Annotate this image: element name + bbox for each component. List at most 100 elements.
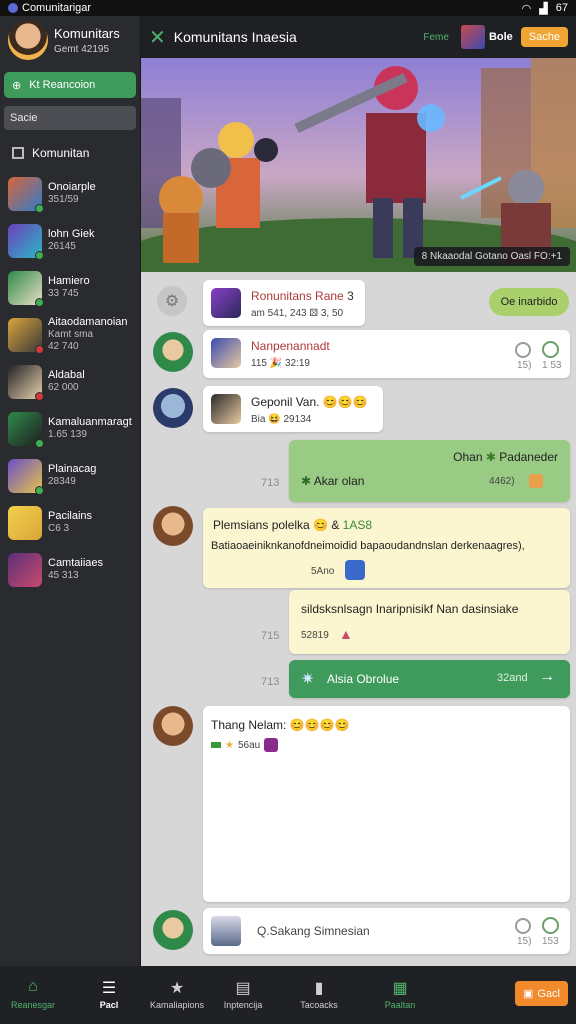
message-emojis: 😊😊😊😊 <box>289 718 350 732</box>
message-meta: 56au <box>237 739 261 751</box>
community-title: Aitaodamanoian <box>48 316 128 328</box>
message-card[interactable]: ✷ Alsia Obrolue 32and → <box>289 660 570 698</box>
reaction-button[interactable]: Oe inarbido <box>489 288 569 316</box>
message-card[interactable]: Plemsians polelka 😊 & 1AS8 Batiaoaeinikn… <box>203 508 570 588</box>
message-title: Geponil Van. <box>251 395 320 409</box>
profile-name: Komunitars <box>54 25 120 41</box>
info-icon[interactable] <box>515 918 531 934</box>
nav-favorites[interactable]: ★ Kamaliapions <box>144 978 210 1024</box>
status-app-name: Comunitarigar <box>22 2 92 14</box>
message-card[interactable]: Ronunitans Rane 3 am 541, 243 ⚄ 3, 50 <box>203 280 365 326</box>
message-card[interactable]: Geponil Van. 😊😊😊 Bia 😆 29134 <box>203 386 383 432</box>
menu-icon: ☰ <box>101 980 117 997</box>
settings-icon[interactable]: ⚙ <box>157 286 187 316</box>
message-body: Alsia Obrolue <box>327 672 400 686</box>
home-icon: ⌂ <box>28 978 38 995</box>
status-dot-icon <box>35 438 44 448</box>
banner-image: 8 Nkaaodal Gotano Oasl FO:+1 <box>141 58 576 272</box>
arrow-right-icon[interactable]: → <box>539 668 555 686</box>
status-dot-icon <box>35 391 44 401</box>
avatar <box>8 20 48 60</box>
search-input[interactable]: Sacie <box>4 106 136 130</box>
status-dot-icon <box>35 344 44 354</box>
user-name: Bole <box>488 31 513 43</box>
community-avatar <box>8 458 44 495</box>
sidebar-community-item[interactable]: Kamaluanmaragt 1.65 139 <box>0 405 140 452</box>
message-card[interactable]: sildsksnlsagn Inaripnisikf Nan dasinsiak… <box>289 590 570 654</box>
close-icon[interactable]: ✕ <box>149 25 166 50</box>
feme-link[interactable]: Feme <box>423 32 449 43</box>
community-avatar <box>8 411 44 448</box>
nav-label: Inptencija <box>223 1000 263 1010</box>
nav-home[interactable]: ⌂ Reanesgar <box>0 978 66 1024</box>
community-meta: Kamt sma <box>48 329 94 340</box>
status-value: 67 <box>555 2 568 14</box>
community-meta: 26145 <box>48 241 76 252</box>
status-dot-icon <box>35 250 44 260</box>
burst-icon: ✷ <box>301 671 315 688</box>
nav-label: Paaltan <box>384 1000 416 1010</box>
community-meta-2: 42 740 <box>48 341 79 352</box>
info-icon[interactable] <box>515 342 531 358</box>
community-meta: 28349 <box>48 476 76 487</box>
new-community-label: Kt Reancoion <box>29 79 96 91</box>
star-icon: ★ <box>225 739 234 751</box>
message-card[interactable]: Nanpenannadt 115 🎉 32:19 15) 1 53 <box>203 330 570 378</box>
search-button[interactable]: Sache <box>520 27 568 47</box>
community-avatar <box>8 317 44 354</box>
message-thumb <box>211 338 241 368</box>
message-card[interactable]: Ohan ✱ Padaneder ✱ Akar olan 4462) <box>289 440 570 502</box>
user-avatar-icon[interactable] <box>460 25 485 49</box>
sidebar-community-item[interactable]: Aldabal 62 000 <box>0 358 140 405</box>
nav-feed[interactable]: ☰ Pacl <box>74 978 144 1024</box>
sticker-icon <box>345 560 365 580</box>
message-title: Ronunitans Rane <box>251 289 344 303</box>
community-title: Hamiero <box>48 275 90 287</box>
message-emojis: 😊😊😊 <box>322 395 368 409</box>
check-icon[interactable] <box>542 341 559 358</box>
nav-apps[interactable]: ▦ Paaltan <box>362 978 438 1024</box>
action-button[interactable]: ▣ Gacl <box>514 981 568 1006</box>
nav-label: Reanesgar <box>10 1000 56 1010</box>
community-avatar <box>8 552 42 587</box>
message-thumb <box>211 394 241 424</box>
new-community-button[interactable]: ⊕ Kt Reancoion <box>4 72 136 98</box>
sidebar-community-item[interactable]: Pacilains C6 3 <box>0 499 140 546</box>
nav-bookmarks[interactable]: ▮ Tacoacks <box>276 978 362 1024</box>
message-body: Q.Sakang Simnesian <box>257 924 370 938</box>
timestamp: 715 <box>261 630 280 642</box>
community-title: Plainacag <box>48 463 97 475</box>
community-title: Pacilains <box>48 510 93 522</box>
check-icon[interactable] <box>542 917 559 934</box>
flag-icon <box>211 742 221 748</box>
profile-header[interactable]: Komunitars Gemt 42195 <box>0 16 140 64</box>
star-icon: ✱ <box>301 474 312 488</box>
bottom-nav: ⌂ Reanesgar ☰ Pacl ★ Kamaliapions ▤ Inpt… <box>0 966 576 1024</box>
sticker-icon <box>264 738 279 752</box>
sidebar-community-item[interactable]: Camtaiiaes 45 313 <box>0 546 140 593</box>
sidebar-community-item[interactable]: Onoiarple 351/59 <box>0 170 140 217</box>
community-meta: C6 3 <box>48 523 70 534</box>
app-logo-icon <box>8 3 18 13</box>
sidebar-community-item[interactable]: Plainacag 28349 <box>0 452 140 499</box>
cone-icon: ▲ <box>339 626 353 642</box>
message-tag: 1AS8 <box>342 518 373 532</box>
community-meta: 351/59 <box>48 194 79 205</box>
nav-list[interactable]: ▤ Inptencija <box>210 978 276 1024</box>
message-card[interactable]: Thang Nelam: 😊😊😊😊 ★ 56au <box>203 706 570 902</box>
community-avatar <box>8 270 44 307</box>
profile-sub: Gemt 42195 <box>54 43 110 55</box>
user-thumb <box>211 916 241 946</box>
sidebar-community-item[interactable]: Hamiero 33 745 <box>0 264 140 311</box>
message-meta: Bia 😆 29134 <box>251 414 312 425</box>
message-title: Ohan <box>453 450 483 464</box>
chat-icon: ▣ <box>522 988 534 1000</box>
avatar <box>153 910 193 950</box>
sidebar-community-item[interactable]: lohn Giek 26145 <box>0 217 140 264</box>
community-avatar <box>8 176 44 213</box>
leaf-icon: ✱ <box>485 450 496 464</box>
message-body: sildsksnlsagn Inaripnisikf Nan dasinsiak… <box>301 602 519 616</box>
sidebar-community-item[interactable]: Aitaodamanoian Kamt sma 42 740 <box>0 311 140 358</box>
message-card[interactable]: Q.Sakang Simnesian 15) 153 <box>203 908 570 954</box>
message-body: Batiaoaeiniknkanofdneimoidid bapaoudandn… <box>211 540 525 552</box>
